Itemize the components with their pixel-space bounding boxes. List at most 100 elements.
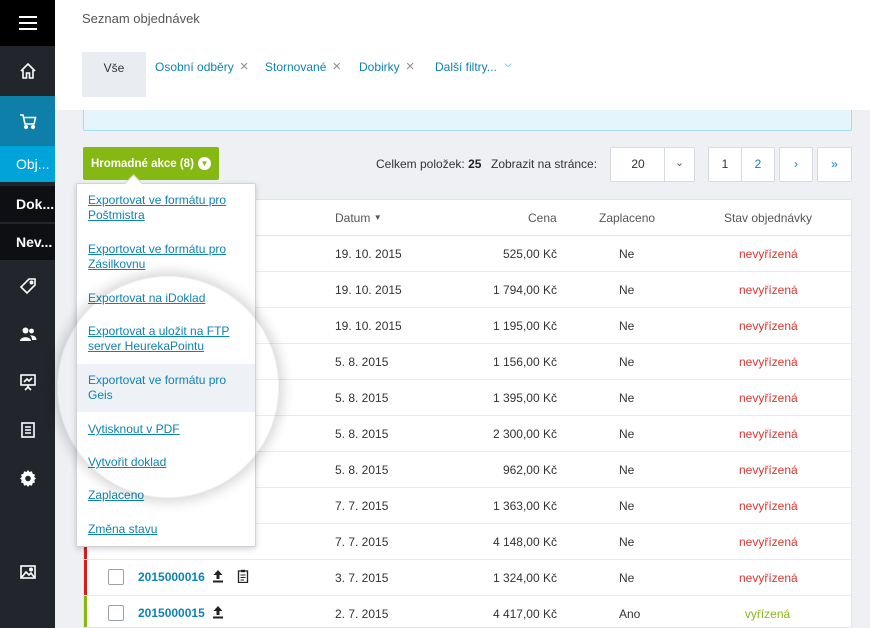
- order-paid: Ne: [619, 499, 635, 513]
- order-date: 5. 8. 2015: [335, 391, 389, 405]
- order-paid: Ano: [619, 607, 641, 621]
- order-date: 19. 10. 2015: [335, 247, 402, 261]
- filter-cod[interactable]: Dobirky ×: [359, 59, 415, 74]
- image-icon[interactable]: [0, 548, 55, 596]
- order-price: 2 300,00 Kč: [492, 427, 557, 441]
- order-date: 7. 7. 2015: [335, 499, 389, 513]
- table-row[interactable]: 2015000015 2. 7. 2015 4 417,00 Kč Ano vy…: [84, 596, 851, 627]
- perpage-label: Zobrazit na stránce:: [491, 157, 598, 171]
- order-date: 3. 7. 2015: [335, 571, 389, 585]
- order-date: 7. 7. 2015: [335, 535, 389, 549]
- order-state: nevyřízená: [739, 319, 798, 333]
- column-date-label: Datum: [335, 211, 371, 225]
- column-price[interactable]: Cena: [528, 211, 557, 225]
- order-state: nevyřízená: [739, 571, 798, 585]
- total-items: Celkem položek: 25: [376, 157, 481, 171]
- order-number-link[interactable]: 2015000015: [138, 606, 205, 620]
- row-checkbox[interactable]: [108, 605, 124, 621]
- filter-cancelled[interactable]: Stornované ×: [265, 59, 341, 74]
- filter-label: Osobní odběry: [155, 60, 234, 74]
- filter-more[interactable]: Další filtry... ⌵: [435, 59, 512, 75]
- page-header: Seznam objednávek Vše Osobní odběry × St…: [55, 0, 870, 110]
- perpage-value: 20: [631, 157, 645, 171]
- order-date: 2. 7. 2015: [335, 607, 389, 621]
- gear-icon[interactable]: [0, 454, 55, 502]
- close-icon[interactable]: ×: [332, 59, 341, 74]
- order-state: nevyřízená: [739, 391, 798, 405]
- menu-item-export-postmistr[interactable]: Exportovat ve formátu pro Poštmistra: [77, 193, 255, 223]
- order-state: vyřízená: [744, 607, 791, 621]
- next-page-button[interactable]: ›: [779, 147, 813, 182]
- order-number-link[interactable]: 2015000016: [138, 570, 205, 584]
- table-row[interactable]: 2015000016 3. 7. 2015 1 324,00 Kč Ne nev…: [84, 560, 851, 596]
- menu-item-print-pdf[interactable]: Vytisknout v PDF: [77, 422, 255, 437]
- status-stripe: [84, 596, 87, 627]
- total-label: Celkem položek:: [376, 157, 465, 171]
- info-banner: [83, 110, 852, 131]
- users-icon[interactable]: [0, 310, 55, 358]
- tag-icon[interactable]: [0, 262, 55, 310]
- order-date: 5. 8. 2015: [335, 427, 389, 441]
- order-paid: Ne: [619, 463, 635, 477]
- order-price: 1 195,00 Kč: [492, 319, 557, 333]
- page-2[interactable]: 2: [741, 147, 775, 182]
- row-checkbox[interactable]: [108, 569, 124, 585]
- order-paid: Ne: [619, 535, 635, 549]
- menu-item-export-zasilkovna[interactable]: Exportovat ve formátu pro Zásilkovnu: [77, 242, 255, 272]
- clipboard-icon[interactable]: [237, 569, 249, 583]
- order-paid: Ne: [619, 355, 635, 369]
- bulk-actions-menu: Exportovat ve formátu pro Poštmistra Exp…: [76, 183, 256, 547]
- menu-item-export-geis[interactable]: Exportovat ve formátu pro Geis: [77, 364, 255, 412]
- menu-item-export-ftp-heureka[interactable]: Exportovat a uložit na FTP server Heurek…: [77, 324, 255, 354]
- sidebar-item-orders[interactable]: Obj...: [0, 146, 55, 182]
- filter-personal-pickup[interactable]: Osobní odběry ×: [155, 59, 249, 74]
- sidebar-item-pending[interactable]: Nev...: [0, 224, 55, 260]
- total-value: 25: [468, 157, 482, 171]
- column-date[interactable]: Datum ▼: [335, 211, 382, 225]
- perpage-select[interactable]: 20 ⌄: [610, 147, 695, 182]
- sidebar-item-documents[interactable]: Dok...: [0, 186, 55, 222]
- tab-all[interactable]: Vše: [82, 52, 146, 97]
- close-icon[interactable]: ×: [240, 59, 249, 74]
- chevron-down-icon[interactable]: ⌄: [664, 148, 694, 181]
- last-page-button[interactable]: »: [817, 147, 852, 182]
- upload-icon[interactable]: [212, 569, 224, 583]
- order-state: nevyřízená: [739, 463, 798, 477]
- column-state[interactable]: Stav objednávky: [724, 211, 812, 225]
- close-icon[interactable]: ×: [406, 59, 415, 74]
- menu-item-create-document[interactable]: Vytvořit doklad: [77, 455, 255, 470]
- page-1[interactable]: 1: [708, 147, 742, 182]
- order-date: 5. 8. 2015: [335, 463, 389, 477]
- menu-item-paid[interactable]: Zaplaceno: [77, 488, 255, 503]
- status-stripe: [84, 560, 87, 595]
- bulk-actions-button[interactable]: Hromadné akce (8) ▼: [83, 147, 219, 180]
- order-state: nevyřízená: [739, 499, 798, 513]
- order-state: nevyřízená: [739, 427, 798, 441]
- order-state: nevyřízená: [739, 247, 798, 261]
- order-paid: Ne: [619, 247, 635, 261]
- filter-label: Dobirky: [359, 60, 400, 74]
- order-date: 19. 10. 2015: [335, 319, 402, 333]
- menu-item-export-idoklad[interactable]: Exportovat na iDoklad: [77, 291, 255, 306]
- order-price: 1 794,00 Kč: [492, 283, 557, 297]
- order-price: 525,00 Kč: [502, 247, 557, 261]
- menu-item-change-state[interactable]: Změna stavu: [77, 522, 255, 537]
- menu-icon[interactable]: [0, 0, 55, 46]
- order-paid: Ne: [619, 427, 635, 441]
- chevron-down-icon: ▼: [198, 157, 211, 170]
- filter-label: Stornované: [265, 60, 327, 74]
- order-state: nevyřízená: [739, 355, 798, 369]
- order-paid: Ne: [619, 283, 635, 297]
- bulk-actions-label: Hromadné akce (8): [91, 157, 194, 170]
- column-paid[interactable]: Zaplaceno: [599, 211, 655, 225]
- order-paid: Ne: [619, 319, 635, 333]
- order-state: nevyřízená: [739, 283, 798, 297]
- order-price: 1 395,00 Kč: [492, 391, 557, 405]
- cart-icon[interactable]: [0, 96, 55, 146]
- home-icon[interactable]: [0, 46, 55, 96]
- order-paid: Ne: [619, 571, 635, 585]
- order-price: 1 363,00 Kč: [492, 499, 557, 513]
- presentation-icon[interactable]: [0, 358, 55, 406]
- document-icon[interactable]: [0, 406, 55, 454]
- upload-icon[interactable]: [212, 605, 224, 619]
